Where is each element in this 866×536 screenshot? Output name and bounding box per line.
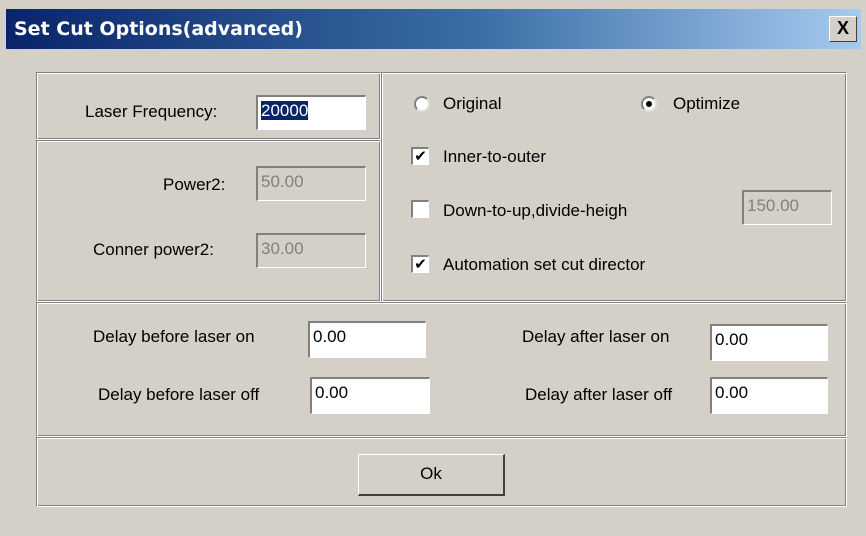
delay-before-off-input[interactable]: 0.00 [310, 377, 430, 414]
optimize-label[interactable]: Optimize [673, 94, 740, 114]
power2-label: Power2: [163, 175, 226, 194]
delay-after-on-input[interactable]: 0.00 [710, 324, 828, 361]
set-cut-options-dialog: Set Cut Options(advanced) X Laser Freque… [0, 0, 866, 536]
delay-before-on-label: Delay before laser on [93, 327, 255, 346]
laser-frequency-value: 20000 [261, 101, 309, 120]
delays-group [36, 302, 847, 437]
inner-to-outer-checkbox[interactable]: ✔ [411, 147, 429, 165]
laser-frequency-label: Laser Frequency: [85, 102, 218, 121]
ok-button[interactable]: Ok [358, 454, 505, 496]
delay-before-off-value: 0.00 [315, 383, 349, 402]
delay-after-off-label: Delay after laser off [525, 385, 673, 404]
inner-to-outer-label[interactable]: Inner-to-outer [443, 147, 546, 167]
delay-before-on-value: 0.00 [313, 327, 347, 346]
delay-after-off-input[interactable]: 0.00 [710, 377, 828, 414]
original-radio[interactable] [414, 96, 430, 112]
power2-input: 50.00 [256, 166, 366, 201]
auto-direction-checkbox[interactable]: ✔ [411, 255, 429, 273]
close-icon: X [836, 18, 849, 38]
radio-selected-dot [646, 101, 652, 107]
optimize-radio[interactable] [641, 96, 657, 112]
checkmark-icon: ✔ [414, 147, 427, 165]
divide-height-value: 150.00 [747, 196, 799, 215]
corner-power2-value: 30.00 [261, 239, 304, 258]
corner-power2-label: Conner power2: [93, 240, 214, 259]
laser-frequency-input[interactable]: 20000 [256, 95, 366, 130]
original-label[interactable]: Original [443, 94, 502, 114]
title-bar[interactable]: Set Cut Options(advanced) X [6, 9, 861, 49]
power-group [36, 140, 381, 302]
power2-value: 50.00 [261, 172, 304, 191]
delay-before-off-label: Delay before laser off [98, 385, 260, 404]
dialog-title: Set Cut Options(advanced) [14, 18, 303, 40]
down-to-up-checkbox[interactable] [411, 200, 429, 218]
checkmark-icon: ✔ [414, 255, 427, 273]
close-button[interactable]: X [829, 16, 857, 42]
delay-after-on-value: 0.00 [715, 330, 749, 349]
auto-direction-label[interactable]: Automation set cut director [443, 255, 645, 275]
delay-after-off-value: 0.00 [715, 383, 749, 402]
down-to-up-label[interactable]: Down-to-up,divide-heigh [443, 201, 627, 221]
divide-height-input: 150.00 [742, 190, 832, 225]
corner-power2-input: 30.00 [256, 233, 366, 268]
delay-after-on-label: Delay after laser on [522, 327, 670, 346]
delay-before-on-input[interactable]: 0.00 [308, 321, 426, 358]
ok-button-label: Ok [420, 464, 442, 483]
